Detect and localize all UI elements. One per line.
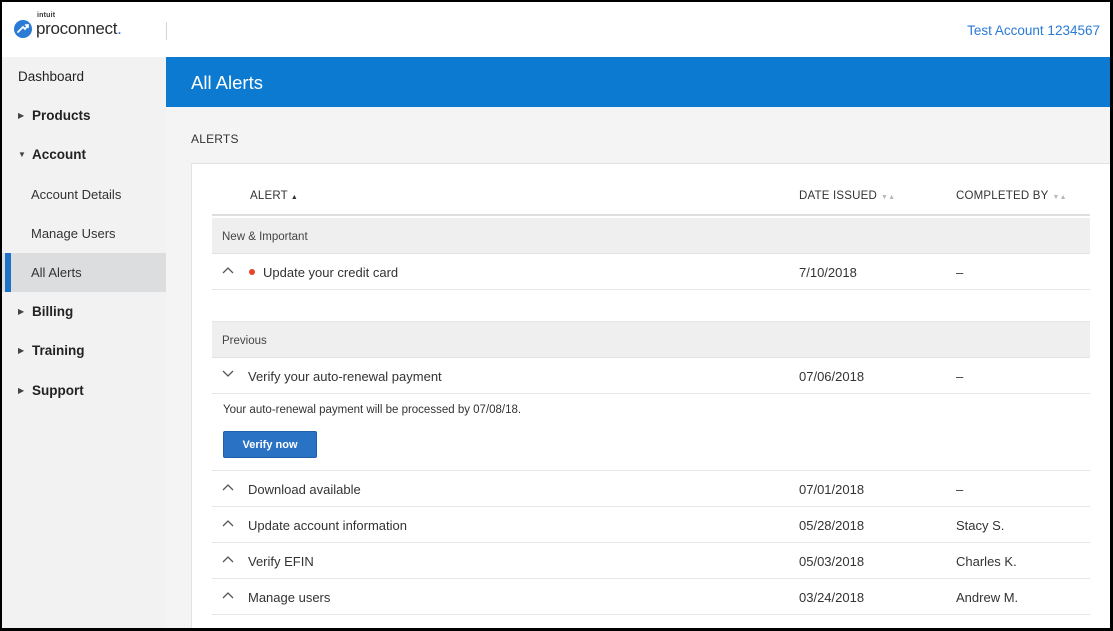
caret-right-icon: ▶ [18,307,25,317]
group-header-new: New & Important [212,218,1090,254]
logo-dot: . [117,19,122,38]
table-row[interactable]: Manage users 03/24/2018 Andrew M. [212,579,1090,615]
sort-ascending-icon: ▲ [290,194,298,201]
sidebar-item-account-details[interactable]: Account Details [2,175,166,214]
group-header-previous: Previous [212,322,1090,358]
header-divider [166,22,167,40]
main-content: ALERTS ALERT ▲ DATE ISSUED ▼▲ COMPLETED BY… [166,107,1110,628]
sidebar-item-all-alerts[interactable]: All Alerts [2,252,166,293]
sidebar-item-label: Support [32,382,84,398]
column-header-completed[interactable]: COMPLETED BY ▼▲ [956,190,1067,202]
chevron-up-icon[interactable] [222,482,234,492]
alert-completed-by: – [956,482,964,497]
alert-completed-by: – [956,265,964,280]
logo-main-text: proconnect [36,19,118,38]
proconnect-logo[interactable]: intuit proconnect. [14,12,122,39]
table-header: ALERT ▲ DATE ISSUED ▼▲ COMPLETED BY ▼▲ [212,184,1090,216]
column-header-date[interactable]: DATE ISSUED ▼▲ [799,190,895,202]
alert-completed-by: – [956,369,964,384]
alert-date: 05/28/2018 [799,518,865,533]
alert-date: 05/03/2018 [799,554,865,569]
alert-completed-by: Charles K. [956,554,1017,569]
alert-title: Download available [248,482,361,497]
section-heading: ALERTS [191,132,239,146]
table-row[interactable]: Update account information 05/28/2018 St… [212,507,1090,543]
sidebar-item-products[interactable]: ▶ Products [2,96,166,135]
sidebar-item-account[interactable]: ▼ Account [2,135,166,174]
alert-title: Update account information [248,518,407,533]
sidebar-item-label: Products [32,108,91,124]
alert-date: 07/01/2018 [799,482,865,497]
sidebar-item-billing[interactable]: ▶ Billing [2,292,166,331]
chevron-up-icon[interactable] [222,265,234,275]
alert-date: 7/10/2018 [799,265,857,280]
app-window: intuit proconnect. Test Account 1234567 … [2,2,1110,628]
chevron-up-icon[interactable] [222,554,234,564]
chevron-down-icon[interactable] [222,369,234,379]
alert-detail-panel: Your auto-renewal payment will be proces… [212,394,1090,471]
alert-completed-by: Stacy S. [956,518,1005,533]
column-header-alert[interactable]: ALERT ▲ [250,190,298,202]
table-row[interactable]: Verify your auto-renewal payment 07/06/2… [212,358,1090,394]
caret-down-icon: ▼ [18,150,26,160]
alert-date: 07/06/2018 [799,369,865,384]
caret-right-icon: ▶ [18,385,25,395]
sidebar-nav: Dashboard ▶ Products ▼ Account Account D… [2,57,166,628]
logo-mark-icon [14,20,32,38]
chevron-up-icon[interactable] [222,518,234,528]
logo-small-text: intuit [37,12,56,19]
sidebar-item-manage-users[interactable]: Manage Users [2,214,166,253]
sidebar-item-training[interactable]: ▶ Training [2,331,166,370]
column-header-label: ALERT [250,190,288,202]
account-link[interactable]: Test Account 1234567 [967,23,1100,38]
table-row[interactable]: Download available 07/01/2018 – [212,471,1090,507]
column-header-label: DATE ISSUED [799,190,878,202]
sidebar-item-support[interactable]: ▶ Support [2,371,166,410]
sort-icon: ▼▲ [881,194,896,201]
alert-completed-by: Andrew M. [956,590,1019,605]
sidebar-item-dashboard[interactable]: Dashboard [2,57,166,96]
caret-right-icon: ▶ [18,346,25,356]
page-title: All Alerts [191,72,263,93]
empty-row [212,290,1090,322]
table-row[interactable]: Update your credit card 7/10/2018 – [212,254,1090,290]
sort-icon: ▼▲ [1052,194,1067,201]
column-header-label: COMPLETED BY [956,190,1049,202]
top-header: intuit proconnect. Test Account 1234567 [2,2,1110,57]
alerts-table-card: ALERT ▲ DATE ISSUED ▼▲ COMPLETED BY ▼▲ New … [191,163,1110,628]
alert-title: Verify your auto-renewal payment [248,369,442,384]
unread-dot-icon [249,269,255,275]
alert-title: Verify EFIN [248,554,314,569]
sidebar-item-label: Training [32,343,85,359]
alert-title: Manage users [248,590,331,605]
sidebar-item-label: Account [32,147,86,163]
alert-date: 03/24/2018 [799,590,865,605]
page-banner: All Alerts [166,57,1110,107]
alert-detail-text: Your auto-renewal payment will be proces… [223,404,522,416]
verify-now-button[interactable]: Verify now [223,431,317,458]
chevron-up-icon[interactable] [222,590,234,600]
table-row[interactable]: Verify EFIN 05/03/2018 Charles K. [212,543,1090,579]
sidebar-item-label: Billing [32,304,74,320]
alert-title: Update your credit card [263,265,399,280]
caret-right-icon: ▶ [18,111,25,121]
